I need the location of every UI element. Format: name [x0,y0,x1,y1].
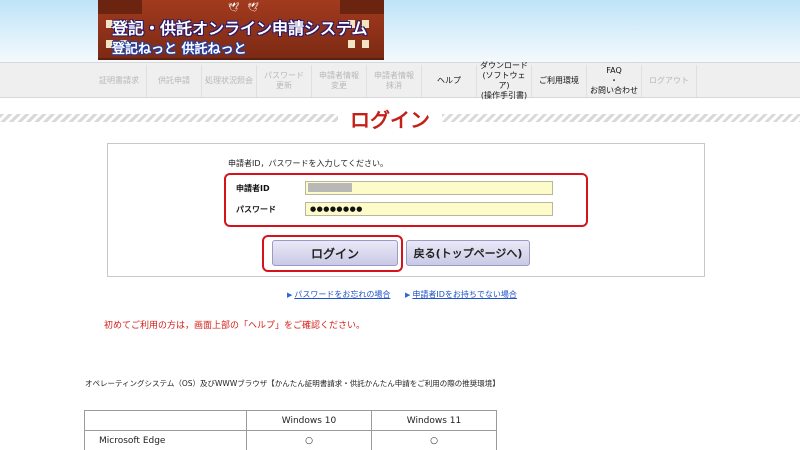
nav-item-certificate-request: 証明書請求 [92,65,147,97]
nav-item-download[interactable]: ダウンロード (ソフトウェア) (操作手引書) [477,61,532,100]
site-subtitle: 登記ねっと 供託ねっと [112,42,247,57]
table-header-row: Windows 10 Windows 11 [84,410,497,431]
header-banner: 🕊🕊 登記・供託オンライン申請システム 登記ねっと 供託ねっと [0,0,800,62]
nav-item-faq[interactable]: FAQ ・ お問い合わせ [587,65,642,97]
password-label: パスワード [236,205,276,214]
nav-item-deposit-application: 供託申請 [147,65,202,97]
bird-icon: 🕊🕊 [228,3,267,13]
table-cell: Microsoft Edge [84,430,247,450]
nav-item-logout: ログアウト [642,65,697,97]
table-cell: ○ [246,430,372,450]
table-header-cell: Windows 11 [371,410,497,431]
password-field[interactable]: ●●●●●●●● [305,202,553,216]
table-header-cell: Windows 10 [246,410,372,431]
main-nav: 証明書請求 供託申請 処理状況照会 パスワード 更新 申請者情報 変更 申請者情… [0,61,800,100]
page-title: ログイン [338,104,442,133]
table-row: Microsoft Edge ○ ○ [84,430,497,450]
forgot-password-link[interactable]: ▶ パスワードをお忘れの場合 [287,289,390,300]
applicant-id-label: 申請者ID [236,184,270,193]
back-to-top-button[interactable]: 戻る(トップページへ) [406,240,530,266]
no-id-link[interactable]: ▶ 申請者IDをお持ちでない場合 [405,289,517,300]
os-section-heading: オペレーティングシステム（OS）及びWWWブラウザ【かんたん証明書請求・供託かん… [85,379,500,388]
nav-item-password-update: パスワード 更新 [257,65,312,97]
first-time-notice: 初めてご利用の方は，画面上部の「ヘルプ」をご確認ください。 [104,321,366,331]
arrow-right-icon: ▶ [287,291,293,299]
nav-item-status-inquiry: 処理状況照会 [202,65,257,97]
nav-item-applicant-change: 申請者情報 変更 [312,65,367,97]
nav-item-help[interactable]: ヘルプ [422,65,477,97]
environment-table: Windows 10 Windows 11 Microsoft Edge ○ ○ [84,410,497,450]
nav-item-applicant-delete: 申請者情報 抹消 [367,65,422,97]
table-header-cell [84,410,247,431]
id-redaction [308,183,352,192]
nav-item-environment[interactable]: ご利用環境 [532,65,587,97]
login-button[interactable]: ログイン [272,240,398,266]
login-instruction: 申請者ID，パスワードを入力してください。 [228,159,389,168]
applicant-id-field[interactable] [305,181,553,195]
table-cell: ○ [371,430,497,450]
site-title: 登記・供託オンライン申請システム [112,19,368,38]
arrow-right-icon: ▶ [405,291,411,299]
